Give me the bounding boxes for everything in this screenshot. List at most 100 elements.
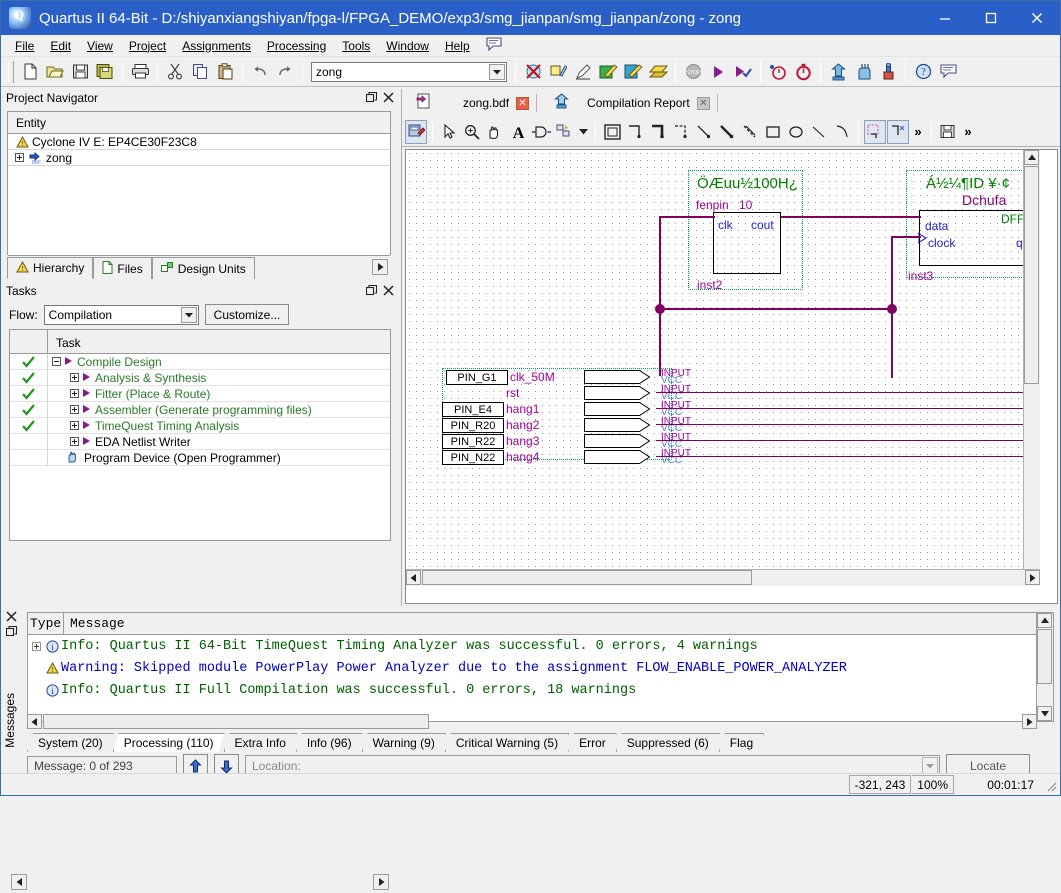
task-row[interactable]: TimeQuest Timing Analysis	[10, 417, 390, 434]
partial-line-select-icon[interactable]	[887, 119, 909, 144]
message-icon[interactable]	[936, 60, 960, 84]
play-arrow-icon[interactable]	[82, 371, 92, 385]
orthogonal-node-line-icon[interactable]	[624, 120, 646, 144]
scroll-right-icon[interactable]	[1022, 714, 1037, 729]
more-icon[interactable]: »	[910, 120, 926, 144]
messages-tab-extra-info[interactable]: Extra Info	[224, 733, 297, 752]
diagonal-bus-line-icon[interactable]	[716, 120, 738, 144]
task-row[interactable]: Compile Design	[10, 353, 390, 370]
line-icon[interactable]	[808, 120, 830, 144]
task-label-wrap[interactable]: Compile Design	[48, 355, 390, 369]
rectangle-select-icon[interactable]	[601, 120, 623, 144]
input-pin-symbol[interactable]	[584, 450, 656, 464]
undock-icon[interactable]	[5, 625, 18, 640]
entity-row-zong[interactable]: BDF zong	[8, 150, 390, 166]
print-icon[interactable]	[128, 60, 152, 84]
expand-plus-icon[interactable]	[70, 435, 79, 449]
message-bubble-icon[interactable]	[486, 37, 502, 54]
menu-tools[interactable]: Tools	[334, 37, 378, 55]
task-label-wrap[interactable]: Program Device (Open Programmer)	[48, 450, 390, 466]
message-row[interactable]: ! Warning: Skipped module PowerPlay Powe…	[28, 657, 1053, 679]
input-pin-symbol[interactable]	[584, 434, 656, 448]
maximize-button[interactable]	[968, 1, 1014, 35]
vscroll-thumb[interactable]	[1037, 629, 1052, 684]
menu-view[interactable]: View	[79, 37, 121, 55]
messages-tab-system[interactable]: System (20)	[27, 733, 114, 752]
copy-icon[interactable]	[188, 60, 212, 84]
close-icon[interactable]	[6, 611, 17, 625]
messages-tab-flag[interactable]: Flag	[719, 733, 764, 752]
start-compilation-icon[interactable]	[706, 60, 730, 84]
timing-analyzer-icon[interactable]	[791, 60, 815, 84]
timequest-icon[interactable]	[766, 60, 790, 84]
messages-tab-suppressed[interactable]: Suppressed (6)	[616, 733, 720, 752]
play-arrow-icon[interactable]	[82, 387, 92, 401]
entity-column-header[interactable]: Entity	[8, 112, 390, 134]
technology-viewer-icon[interactable]	[851, 60, 875, 84]
cut-icon[interactable]	[163, 60, 187, 84]
close-button[interactable]	[1014, 1, 1060, 35]
flow-combo[interactable]: Compilation	[43, 304, 199, 325]
messages-message-column-header[interactable]: Message	[64, 613, 1053, 634]
pin-planner-icon[interactable]	[571, 60, 595, 84]
rubberbanding-icon[interactable]	[864, 119, 886, 144]
orthogonal-bus-line-icon[interactable]	[647, 120, 669, 144]
close-icon[interactable]	[382, 284, 395, 297]
arc-icon[interactable]	[831, 120, 853, 144]
messages-vscrollbar[interactable]	[1036, 613, 1053, 721]
message-row[interactable]: i Info: Quartus II 64-Bit TimeQuest Timi…	[28, 635, 1053, 657]
task-label-wrap[interactable]: TimeQuest Timing Analysis	[48, 419, 390, 433]
scroll-left-icon[interactable]	[11, 874, 27, 890]
task-row[interactable]: Analysis & Synthesis	[10, 369, 390, 386]
pin-assignment-box[interactable]: PIN_N22	[442, 450, 504, 465]
pin-assignment-box[interactable]: PIN_R22	[442, 434, 504, 449]
hscroll-thumb[interactable]	[422, 570, 752, 585]
programmer-icon[interactable]	[876, 60, 900, 84]
text-icon[interactable]: A	[507, 120, 529, 144]
schematic-canvas[interactable]: ÖÆuu½100H¿ Á½¼¶ID ¥·¢ fenpin 10 clk cout…	[406, 150, 1040, 586]
task-list[interactable]: Task Compile Design Analysis & Synthesis…	[9, 329, 391, 541]
timing-analyzer-wizard-icon[interactable]	[621, 60, 645, 84]
scroll-right-icon[interactable]	[1025, 570, 1040, 585]
scroll-left-icon[interactable]	[27, 714, 42, 729]
canvas-hscrollbar[interactable]	[406, 569, 1040, 586]
expand-plus-icon[interactable]	[70, 419, 79, 433]
assignment-editor-icon[interactable]	[596, 60, 620, 84]
editor-tab-compilation-report[interactable]: Compilation Report ✕	[545, 90, 726, 116]
messages-tab-info[interactable]: Info (96)	[296, 733, 363, 752]
canvas-vscrollbar[interactable]	[1023, 150, 1040, 586]
expand-plus-icon[interactable]	[70, 387, 79, 401]
scroll-up-icon[interactable]	[1024, 150, 1039, 165]
settings-icon[interactable]	[546, 60, 570, 84]
scroll-down-icon[interactable]	[1037, 706, 1052, 721]
task-row[interactable]: Assembler (Generate programming files)	[10, 401, 390, 418]
resize-grip-icon[interactable]	[1043, 778, 1057, 792]
task-row[interactable]: Program Device (Open Programmer)	[10, 449, 390, 466]
entity-tree[interactable]: Entity ! Cyclone IV E: EP4CE30F23C8 BDF …	[7, 111, 391, 278]
close-icon[interactable]: ✕	[516, 96, 530, 110]
diagonal-conduit-line-icon[interactable]	[739, 120, 761, 144]
expand-plus-icon[interactable]	[30, 641, 43, 651]
messages-tab-warning[interactable]: Warning (9)	[362, 733, 446, 752]
input-pin-symbol[interactable]	[584, 370, 656, 384]
task-label-wrap[interactable]: Analysis & Synthesis	[48, 371, 390, 385]
close-icon[interactable]	[382, 91, 395, 104]
task-label-wrap[interactable]: EDA Netlist Writer	[48, 435, 390, 449]
stop-compile-icon[interactable]	[521, 60, 545, 84]
new-file-icon[interactable]	[18, 60, 42, 84]
oval-icon[interactable]	[785, 120, 807, 144]
close-icon[interactable]: ✕	[696, 96, 710, 110]
task-label-wrap[interactable]: Assembler (Generate programming files)	[48, 403, 390, 417]
task-row[interactable]: EDA Netlist Writer	[10, 433, 390, 450]
input-pin-symbol[interactable]	[584, 418, 656, 432]
save-icon[interactable]	[68, 60, 92, 84]
expand-plus-icon[interactable]	[12, 153, 26, 162]
pin-assignment-box[interactable]: PIN_E4	[442, 402, 504, 417]
symbol-icon[interactable]	[530, 120, 552, 144]
paste-icon[interactable]	[213, 60, 237, 84]
undock-icon[interactable]	[365, 284, 378, 297]
entity-tree-empty-area[interactable]	[8, 166, 390, 256]
minimize-button[interactable]	[922, 1, 968, 35]
zoom-icon[interactable]	[461, 120, 483, 144]
redo-icon[interactable]	[273, 60, 297, 84]
